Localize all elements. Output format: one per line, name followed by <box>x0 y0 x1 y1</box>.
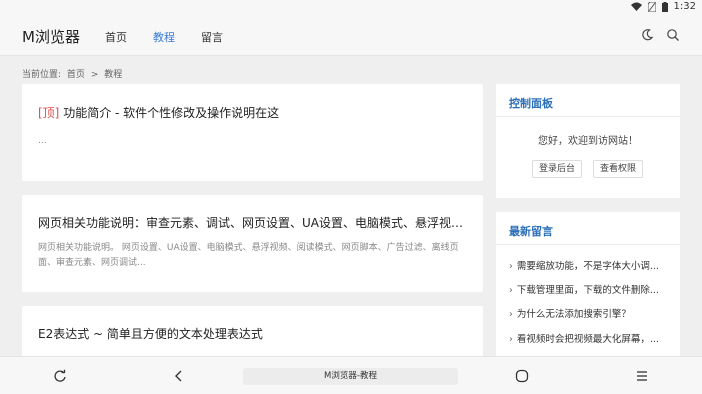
breadcrumb-home[interactable]: 首页 <box>67 70 85 80</box>
sim-icon <box>647 1 656 12</box>
breadcrumb-current: 教程 <box>104 70 123 80</box>
article-title[interactable]: E2表达式 ~ 简单且方便的文本处理表达式 <box>38 325 468 342</box>
article-card[interactable]: [顶] 功能简介 - 软件个性修改及操作说明在这 ... <box>22 84 483 181</box>
article-excerpt: ... <box>38 136 47 146</box>
breadcrumb-prefix: 当前位置: <box>22 70 62 80</box>
pin-badge: [顶] <box>38 106 60 120</box>
main-nav: 首页 教程 留言 <box>105 29 223 45</box>
site-brand[interactable]: M浏览器 <box>22 26 80 47</box>
status-bar: 1:32 <box>0 0 702 16</box>
message-item[interactable]: › 为什么无法添加搜索引擎？ <box>509 306 669 320</box>
latest-messages-heading: 最新留言 <box>509 225 553 238</box>
article-card[interactable]: 网页相关功能说明：审查元素、调试、网页设置、UA设置、电脑模式、悬浮视频... … <box>22 195 483 292</box>
address-bar[interactable]: M浏览器-教程 <box>243 368 458 385</box>
menu-icon[interactable] <box>635 369 649 383</box>
back-icon[interactable] <box>172 369 186 383</box>
welcome-text: 您好，欢迎到访网站！ <box>538 136 638 147</box>
message-text: 为什么无法添加搜索引擎？ <box>516 309 631 320</box>
status-icons: 1:32 <box>630 1 696 12</box>
latest-messages: 最新留言 › 需要缩放功能，不是字体大小调... › 下载管理里面，下载的文件删除.… <box>496 212 680 366</box>
nav-item-home[interactable]: 首页 <box>105 29 127 45</box>
battery-icon <box>661 1 668 12</box>
divider <box>496 116 680 117</box>
breadcrumb-separator: > <box>90 70 99 80</box>
message-item[interactable]: › 下载管理里面，下载的文件删除... <box>509 282 669 296</box>
refresh-icon[interactable] <box>53 369 67 383</box>
browser-toolbar: M浏览器-教程 <box>0 356 702 394</box>
article-excerpt: 网页相关功能说明。 网页设置、UA设置、电脑模式、悬浮视频、阅读模式、网页脚本、… <box>38 243 459 268</box>
chevron-right-icon: › <box>509 261 513 272</box>
article-title[interactable]: 网页相关功能说明：审查元素、调试、网页设置、UA设置、电脑模式、悬浮视频... <box>38 214 468 231</box>
home-icon[interactable] <box>515 369 529 383</box>
nav-item-tutorial[interactable]: 教程 <box>153 29 175 45</box>
control-panel: 控制面板 您好，欢迎到访网站！ 登录后台 查看权限 <box>496 84 680 198</box>
message-text: 看视频时会把视频最大化屏幕，... <box>516 334 659 345</box>
status-time: 1:32 <box>673 1 696 12</box>
site-header: M浏览器 首页 教程 留言 <box>0 16 702 56</box>
message-item[interactable]: › 看视频时会把视频最大化屏幕，... <box>509 331 669 345</box>
search-icon[interactable] <box>666 28 680 42</box>
message-text: 需要缩放功能，不是字体大小调... <box>516 261 659 272</box>
article-title-text: 功能简介 - 软件个性修改及操作说明在这 <box>63 106 280 120</box>
control-panel-heading: 控制面板 <box>509 97 553 110</box>
chevron-right-icon: › <box>509 334 513 345</box>
wifi-icon <box>630 2 642 11</box>
dark-mode-icon[interactable] <box>640 28 654 42</box>
login-button[interactable]: 登录后台 <box>532 160 583 178</box>
nav-item-messages[interactable]: 留言 <box>201 29 223 45</box>
chevron-right-icon: › <box>509 285 513 296</box>
message-item[interactable]: › 需要缩放功能，不是字体大小调... <box>509 258 669 272</box>
breadcrumb: 当前位置: 首页 > 教程 <box>22 67 125 80</box>
message-text: 下载管理里面，下载的文件删除... <box>516 285 659 296</box>
divider <box>496 244 680 245</box>
chevron-right-icon: › <box>509 309 513 320</box>
article-title[interactable]: [顶] 功能简介 - 软件个性修改及操作说明在这 <box>38 104 468 121</box>
permissions-button[interactable]: 查看权限 <box>593 160 644 178</box>
